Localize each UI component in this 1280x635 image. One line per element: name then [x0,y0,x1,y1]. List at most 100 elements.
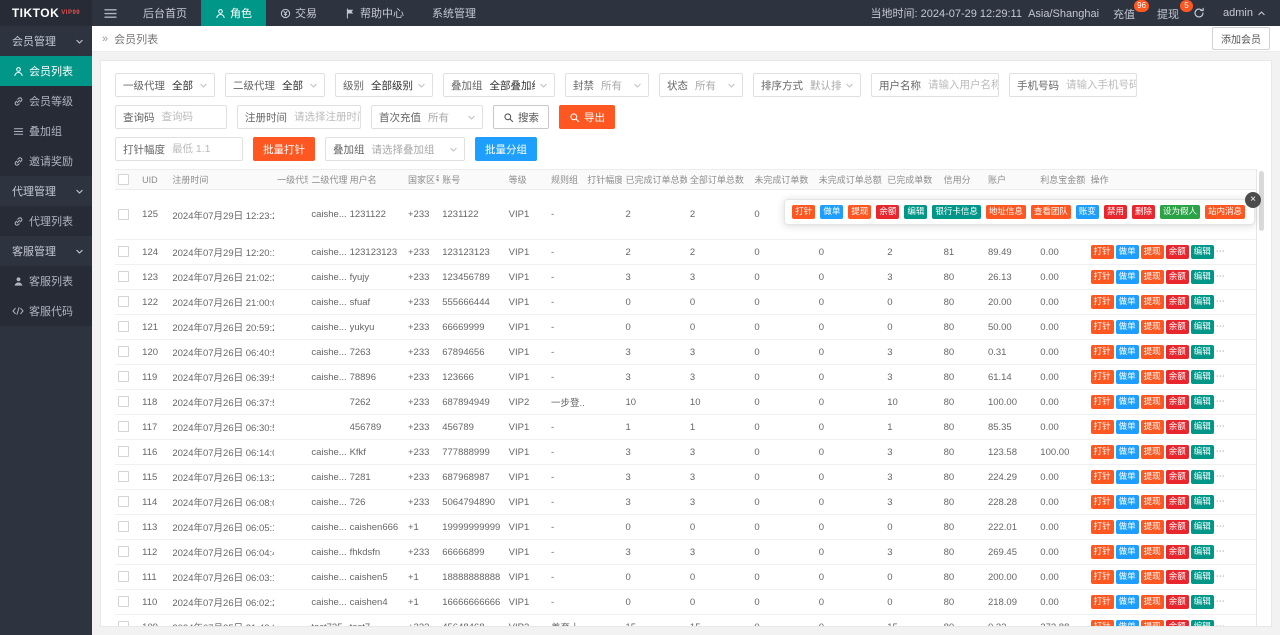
more-actions-button[interactable]: ⋯ [1216,246,1226,256]
action-打针-button[interactable]: 打针 [1090,270,1114,284]
action-做单-button[interactable]: 做单 [1115,245,1139,259]
filter-phone-field[interactable]: 手机号码 [1009,73,1137,97]
row-checkbox[interactable] [118,596,129,608]
row-checkbox[interactable] [118,471,129,483]
action-编辑-button[interactable]: 编辑 [1190,245,1214,259]
action-余额-button[interactable]: 余额 [1165,345,1189,359]
action-做单-button[interactable]: 做单 [1115,620,1139,626]
batch-group-select[interactable]: 叠加组 请选择叠加组 [325,137,465,161]
inject-range-input[interactable] [172,143,242,155]
action-做单-button[interactable]: 做单 [1115,595,1139,609]
recharge-button[interactable]: 充值 96 [1113,0,1150,22]
action-做单-button[interactable]: 做单 [1115,320,1139,334]
action-做单-button[interactable]: 做单 [820,205,844,219]
action-提现-button[interactable]: 提现 [1140,345,1164,359]
action-余额-button[interactable]: 余额 [1165,445,1189,459]
sidebar-item-invite-reward[interactable]: 邀请奖励 [0,146,92,176]
action-编辑-button[interactable]: 编辑 [1190,295,1214,309]
more-actions-button[interactable]: ⋯ [1216,321,1226,331]
action-打针-button[interactable]: 打针 [1090,295,1114,309]
sidebar-item-agent-list[interactable]: 代理列表 [0,206,92,236]
action-打针-button[interactable]: 打针 [1090,395,1114,409]
action-打针-button[interactable]: 打针 [1090,445,1114,459]
action-提现-button[interactable]: 提现 [1140,270,1164,284]
action-做单-button[interactable]: 做单 [1115,345,1139,359]
action-删除-button[interactable]: 删除 [1131,205,1155,219]
row-checkbox[interactable] [118,546,129,558]
action-提现-button[interactable]: 提现 [1140,320,1164,334]
nav-item-help-center[interactable]: 帮助中心 [331,0,418,26]
action-编辑-button[interactable]: 编辑 [1190,520,1214,534]
more-actions-button[interactable]: ⋯ [1216,621,1226,626]
row-checkbox[interactable] [118,446,129,458]
action-做单-button[interactable]: 做单 [1115,395,1139,409]
action-做单-button[interactable]: 做单 [1115,420,1139,434]
withdraw-button[interactable]: 提现 5 [1157,0,1194,22]
action-提现-button[interactable]: 提现 [1140,495,1164,509]
action-提现-button[interactable]: 提现 [1140,520,1164,534]
action-打针-button[interactable]: 打针 [1090,620,1114,626]
query-code-input[interactable] [161,111,226,123]
row-checkbox[interactable] [118,421,129,433]
action-余额-button[interactable]: 余额 [1165,470,1189,484]
action-做单-button[interactable]: 做单 [1115,370,1139,384]
more-actions-button[interactable]: ⋯ [1216,471,1226,481]
more-actions-button[interactable]: ⋯ [1216,296,1226,306]
row-checkbox[interactable] [118,271,129,283]
row-checkbox[interactable] [118,208,129,220]
action-提现-button[interactable]: 提现 [1140,370,1164,384]
more-actions-button[interactable]: ⋯ [1216,571,1226,581]
action-余额-button[interactable]: 余额 [1165,320,1189,334]
query-code-field[interactable]: 查询码 [115,105,227,129]
action-余额-button[interactable]: 余额 [1165,620,1189,626]
row-checkbox[interactable] [118,496,129,508]
action-做单-button[interactable]: 做单 [1115,495,1139,509]
more-actions-button[interactable]: ⋯ [1216,371,1226,381]
sidebar-item-member-level[interactable]: 会员等级 [0,86,92,116]
action-提现-button[interactable]: 提现 [1140,595,1164,609]
action-打针-button[interactable]: 打针 [792,205,816,219]
action-编辑-button[interactable]: 编辑 [1190,270,1214,284]
action-做单-button[interactable]: 做单 [1115,545,1139,559]
action-编辑-button[interactable]: 编辑 [1190,320,1214,334]
filter-sort-select[interactable]: 排序方式默认排序 [753,73,861,97]
action-站内消息-button[interactable]: 站内消息 [1204,205,1245,219]
row-checkbox[interactable] [118,246,129,258]
action-提现-button[interactable]: 提现 [1140,420,1164,434]
filter-phone-input[interactable] [1066,79,1136,91]
action-编辑-button[interactable]: 编辑 [1190,570,1214,584]
refresh-icon[interactable] [1193,7,1205,19]
action-做单-button[interactable]: 做单 [1115,470,1139,484]
add-member-button[interactable]: 添加会员 [1212,27,1270,50]
action-余额-button[interactable]: 余额 [1165,520,1189,534]
action-余额-button[interactable]: 余额 [1165,395,1189,409]
register-time-field[interactable]: 注册时间 [237,105,361,129]
action-打针-button[interactable]: 打针 [1090,570,1114,584]
nav-item-home[interactable]: 后台首页 [129,0,201,26]
more-actions-button[interactable]: ⋯ [1216,271,1226,281]
action-编辑-button[interactable]: 编辑 [1190,595,1214,609]
action-余额-button[interactable]: 余额 [1165,570,1189,584]
action-余额-button[interactable]: 余额 [876,205,900,219]
more-actions-button[interactable]: ⋯ [1216,496,1226,506]
row-checkbox[interactable] [118,521,129,533]
action-打针-button[interactable]: 打针 [1090,370,1114,384]
select-all-checkbox[interactable] [118,174,129,186]
inject-range-field[interactable]: 打针幅度 [115,137,243,161]
sidebar-group-service-manage[interactable]: 客服管理 [0,236,92,266]
filter-status-select[interactable]: 状态 所有 [659,73,743,97]
batch-inject-button[interactable]: 批量打针 [253,137,315,161]
action-禁用-button[interactable]: 禁用 [1103,205,1127,219]
action-提现-button[interactable]: 提现 [1140,620,1164,626]
action-打针-button[interactable]: 打针 [1090,470,1114,484]
action-做单-button[interactable]: 做单 [1115,270,1139,284]
more-actions-button[interactable]: ⋯ [1216,396,1226,406]
sidebar-group-agent-manage[interactable]: 代理管理 [0,176,92,206]
action-编辑-button[interactable]: 编辑 [1190,395,1214,409]
more-actions-button[interactable]: ⋯ [1216,596,1226,606]
sidebar-item-service-code[interactable]: 客服代码 [0,296,92,326]
row-checkbox[interactable] [118,346,129,358]
action-提现-button[interactable]: 提现 [1140,570,1164,584]
register-time-input[interactable] [294,111,360,123]
action-编辑-button[interactable]: 编辑 [1190,470,1214,484]
